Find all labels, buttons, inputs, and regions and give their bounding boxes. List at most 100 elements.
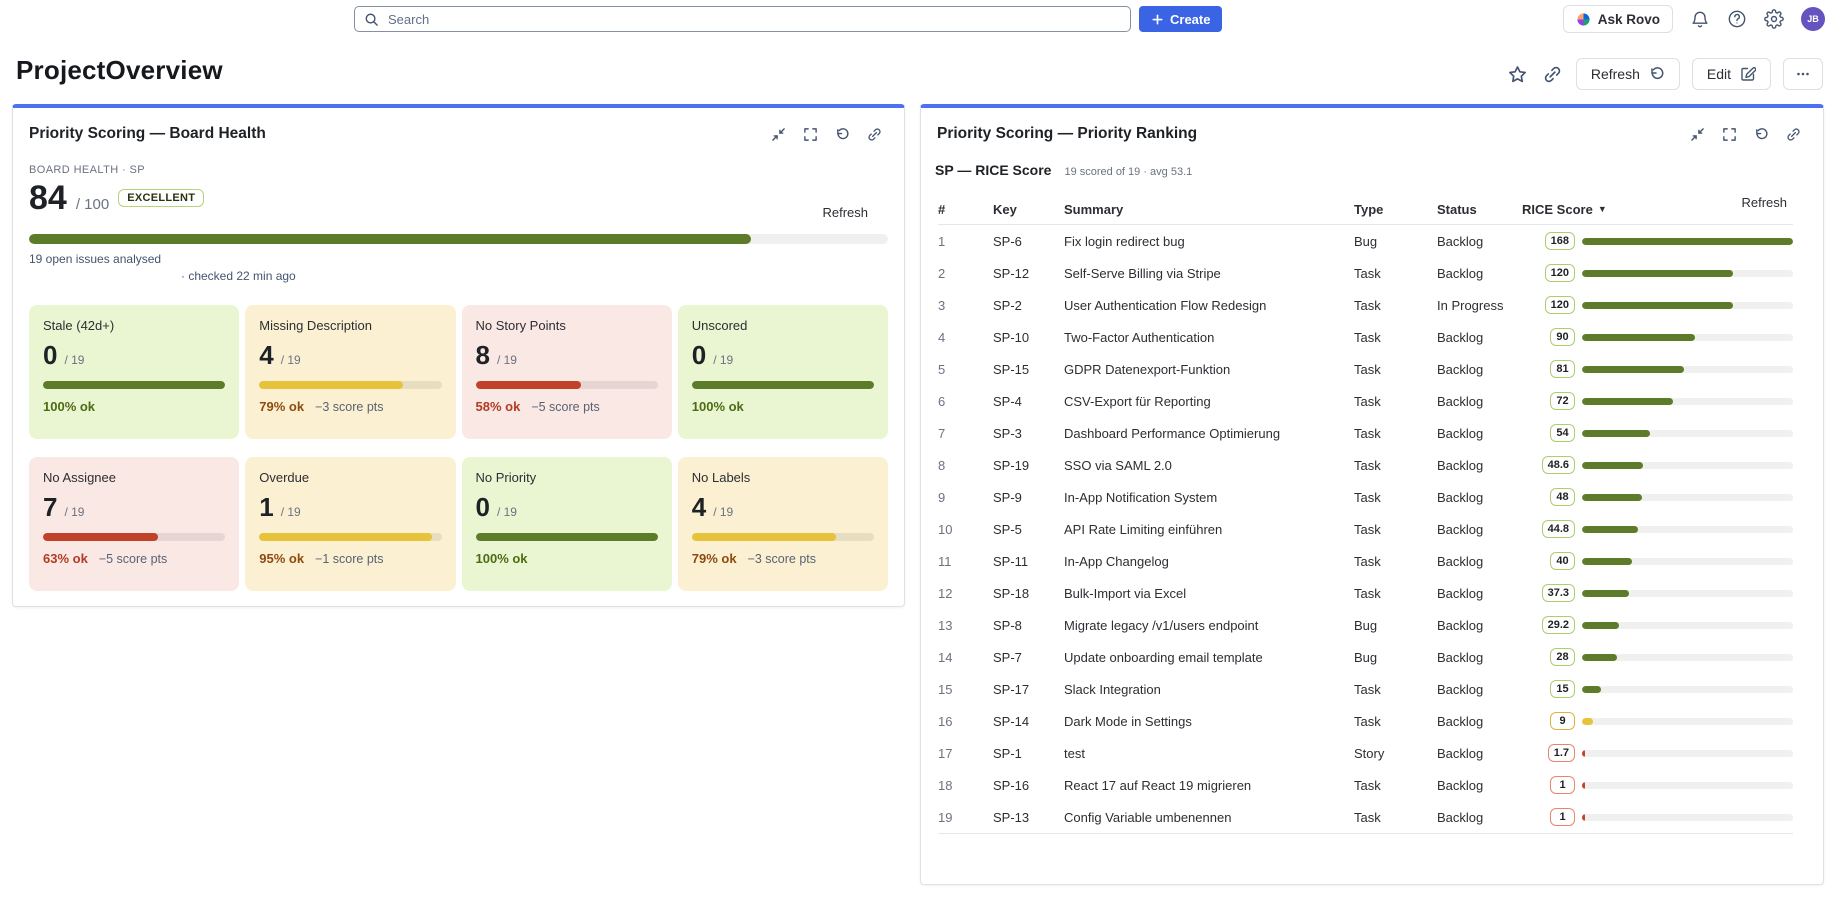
refresh-label: Refresh (1591, 66, 1640, 82)
copy-link-button[interactable] (1541, 63, 1564, 86)
search-icon (364, 12, 379, 27)
expand-button[interactable] (803, 127, 818, 142)
ranking-key: SP-10 (993, 330, 1064, 345)
rice-score-bar (1582, 494, 1793, 501)
rice-score-badge: 1 (1550, 808, 1575, 826)
rice-score-bar (1582, 782, 1793, 789)
health-card-value: 4 (692, 494, 706, 520)
col-header-key[interactable]: Key (993, 202, 1064, 217)
edit-button[interactable]: Edit (1692, 58, 1771, 90)
health-rating-badge: EXCELLENT (118, 189, 204, 207)
ranking-row[interactable]: 13 SP-8 Migrate legacy /v1/users endpoin… (938, 609, 1793, 641)
ranking-row[interactable]: 16 SP-14 Dark Mode in Settings Task Back… (938, 705, 1793, 737)
favorite-button[interactable] (1506, 63, 1529, 86)
health-card-bar-fill (259, 381, 403, 389)
health-card-bar (476, 533, 658, 541)
ranking-summary: SSO via SAML 2.0 (1064, 458, 1354, 473)
ranking-row[interactable]: 10 SP-5 API Rate Limiting einführen Task… (938, 513, 1793, 545)
rice-score-bar-fill (1582, 366, 1684, 373)
collapse-button[interactable] (771, 127, 786, 142)
search-input[interactable] (354, 6, 1131, 32)
ranking-row[interactable]: 8 SP-19 SSO via SAML 2.0 Task Backlog 48… (938, 449, 1793, 481)
checked-text: · checked 22 min ago (181, 269, 888, 283)
health-card-value: 8 (476, 342, 490, 368)
ranking-row[interactable]: 9 SP-9 In-App Notification System Task B… (938, 481, 1793, 513)
ranking-row[interactable]: 19 SP-13 Config Variable umbenennen Task… (938, 801, 1793, 833)
notifications-button[interactable] (1690, 9, 1710, 29)
rice-score-badge: 44.8 (1542, 520, 1575, 538)
rice-score-bar (1582, 526, 1793, 533)
refresh-button[interactable]: Refresh (1576, 58, 1680, 90)
col-header-type[interactable]: Type (1354, 202, 1437, 217)
ranking-key: SP-11 (993, 554, 1064, 569)
ranking-row[interactable]: 17 SP-1 test Story Backlog 1.7 (938, 737, 1793, 769)
board-health-refresh-link[interactable]: Refresh (816, 204, 874, 221)
link-icon (867, 127, 882, 142)
ranking-summary: Update onboarding email template (1064, 650, 1354, 665)
ranking-row[interactable]: 12 SP-18 Bulk-Import via Excel Task Back… (938, 577, 1793, 609)
rice-score-bar-fill (1582, 590, 1629, 597)
health-card-label: No Assignee (43, 470, 225, 485)
ranking-row[interactable]: 14 SP-7 Update onboarding email template… (938, 641, 1793, 673)
ranking-status: Backlog (1437, 554, 1522, 569)
ranking-type: Bug (1354, 650, 1437, 665)
health-card-value: 7 (43, 494, 57, 520)
ranking-status: Backlog (1437, 458, 1522, 473)
create-button[interactable]: Create (1139, 6, 1222, 32)
ranking-row[interactable]: 6 SP-4 CSV-Export für Reporting Task Bac… (938, 385, 1793, 417)
help-button[interactable] (1727, 9, 1747, 29)
health-card-ok-pct: 100% ok (43, 399, 95, 414)
more-actions-button[interactable] (1783, 58, 1823, 90)
health-card-bar-fill (476, 381, 582, 389)
edit-label: Edit (1707, 66, 1731, 82)
ranking-type: Task (1354, 586, 1437, 601)
ask-rovo-label: Ask Rovo (1598, 12, 1660, 27)
app-window: Create Ask Rovo JB (0, 0, 1837, 900)
col-header-summary[interactable]: Summary (1064, 202, 1354, 217)
ranking-subtitle: SP — RICE Score (935, 162, 1051, 178)
collapse-button[interactable] (1690, 127, 1705, 142)
reset-button[interactable] (1754, 127, 1769, 142)
ranking-row[interactable]: 7 SP-3 Dashboard Performance Optimierung… (938, 417, 1793, 449)
ranking-summary: Bulk-Import via Excel (1064, 586, 1354, 601)
avatar[interactable]: JB (1801, 7, 1825, 31)
ranking-key: SP-19 (993, 458, 1064, 473)
ranking-row[interactable]: 18 SP-16 React 17 auf React 19 migrieren… (938, 769, 1793, 801)
ranking-summary: Self-Serve Billing via Stripe (1064, 266, 1354, 281)
ranking-key: SP-18 (993, 586, 1064, 601)
ranking-row[interactable]: 5 SP-15 GDPR Datenexport-Funktion Task B… (938, 353, 1793, 385)
search-field[interactable] (386, 11, 1121, 28)
ranking-row[interactable]: 15 SP-17 Slack Integration Task Backlog … (938, 673, 1793, 705)
expand-button[interactable] (1722, 127, 1737, 142)
ranking-rank: 7 (938, 426, 993, 441)
ranking-row[interactable]: 3 SP-2 User Authentication Flow Redesign… (938, 289, 1793, 321)
ranking-row[interactable]: 1 SP-6 Fix login redirect bug Bug Backlo… (938, 225, 1793, 257)
rice-score-bar-fill (1582, 654, 1617, 661)
ask-rovo-button[interactable]: Ask Rovo (1563, 5, 1673, 33)
health-card-total: / 19 (281, 505, 301, 519)
col-header-rank[interactable]: # (938, 202, 993, 217)
col-header-status[interactable]: Status (1437, 202, 1522, 217)
ranking-summary: Dark Mode in Settings (1064, 714, 1354, 729)
ranking-rank: 10 (938, 522, 993, 537)
ranking-summary: Migrate legacy /v1/users endpoint (1064, 618, 1354, 633)
ranking-type: Task (1354, 778, 1437, 793)
health-card-value: 0 (476, 494, 490, 520)
health-card-bar (692, 381, 874, 389)
ranking-status: Backlog (1437, 618, 1522, 633)
rice-score-bar (1582, 718, 1793, 725)
ranking-key: SP-9 (993, 490, 1064, 505)
ranking-row[interactable]: 11 SP-11 In-App Changelog Task Backlog 4… (938, 545, 1793, 577)
ranking-title: Priority Scoring — Priority Ranking (937, 125, 1197, 143)
settings-button[interactable] (1764, 9, 1784, 29)
ranking-row[interactable]: 4 SP-10 Two-Factor Authentication Task B… (938, 321, 1793, 353)
bell-icon (1690, 9, 1710, 29)
reset-button[interactable] (835, 127, 850, 142)
panel-link-button[interactable] (867, 127, 882, 142)
ranking-row[interactable]: 2 SP-12 Self-Serve Billing via Stripe Ta… (938, 257, 1793, 289)
plus-icon (1151, 13, 1164, 26)
ranking-rank: 8 (938, 458, 993, 473)
gear-icon (1764, 9, 1784, 29)
panel-link-button[interactable] (1786, 127, 1801, 142)
ranking-refresh-link[interactable]: Refresh (1735, 194, 1793, 211)
